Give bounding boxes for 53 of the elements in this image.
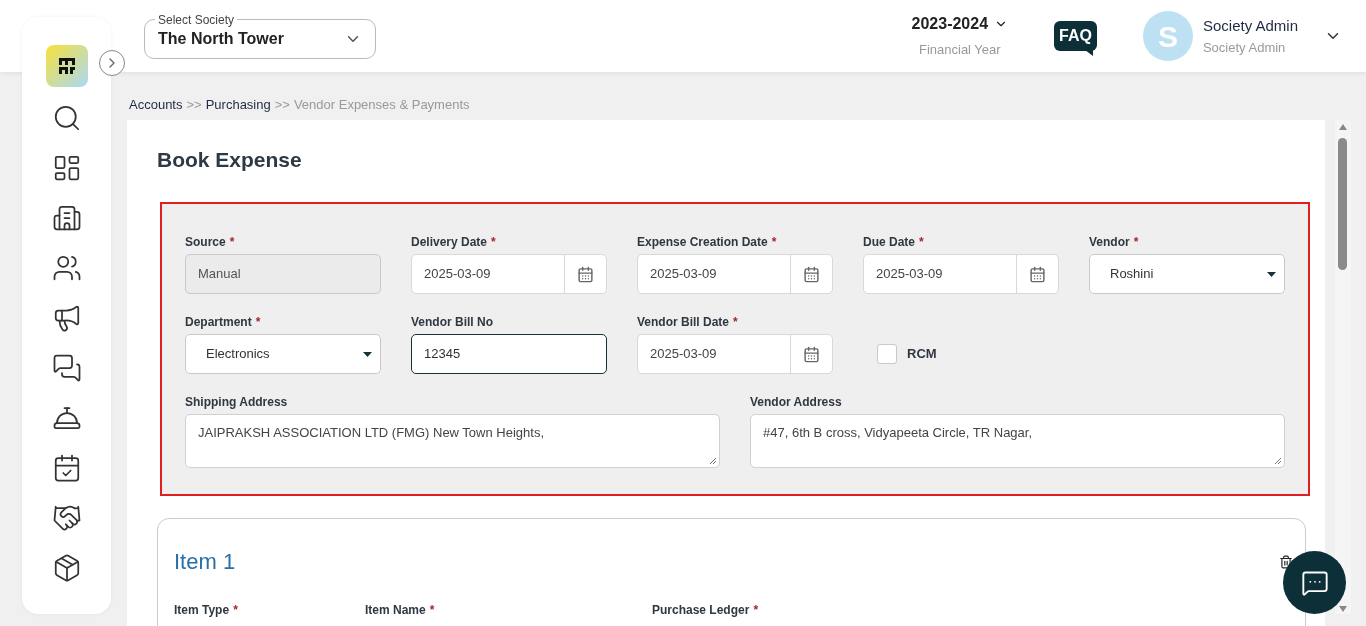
date-field[interactable]: 2025-03-09: [637, 334, 833, 374]
handshake-icon[interactable]: [51, 503, 82, 533]
calendar-icon[interactable]: [577, 265, 594, 283]
field-label: Vendor Bill No: [411, 314, 494, 331]
breadcrumb-separator: >>: [274, 96, 290, 114]
field-label: Department *: [185, 314, 262, 331]
calendar-icon[interactable]: [803, 345, 820, 363]
field-label: Due Date *: [863, 234, 925, 251]
select-field[interactable]: Roshini: [1089, 254, 1285, 294]
input-field[interactable]: 12345: [411, 334, 607, 374]
checkbox-label: RCM: [907, 345, 937, 364]
chat-bubbles-icon[interactable]: [51, 353, 82, 383]
scroll-up-icon[interactable]: [1339, 124, 1347, 130]
source-field[interactable]: Manual: [185, 254, 381, 294]
date-field[interactable]: 2025-03-09: [863, 254, 1059, 294]
select-field[interactable]: Electronics: [185, 334, 381, 374]
field-label: Vendor Address: [750, 394, 843, 411]
field-label: Expense Creation Date *: [637, 234, 778, 251]
field-label: Purchase Ledger *: [652, 602, 760, 619]
financial-year-select[interactable]: 2023-2024 Financial Year: [911, 12, 1009, 60]
scrollbar-thumb[interactable]: [1338, 138, 1347, 270]
field-label: Shipping Address: [185, 394, 289, 411]
caret-icon: [1267, 271, 1276, 277]
page-title: Book Expense: [157, 147, 303, 173]
resize-handle-icon[interactable]: [709, 457, 717, 465]
breadcrumb-link[interactable]: Accounts: [129, 95, 183, 115]
user-role: Society Admin: [1202, 38, 1287, 57]
textarea-field[interactable]: JAIPRAKSH ASSOCIATION LTD (FMG) New Town Heights,: [185, 414, 720, 468]
date-field[interactable]: 2025-03-09: [411, 254, 607, 294]
textarea-field[interactable]: #47, 6th B cross, Vidyapeeta Circle, TR Nagar,: [750, 414, 1285, 468]
scroll-down-icon[interactable]: [1339, 606, 1347, 612]
faq-button[interactable]: FAQ: [1054, 21, 1097, 51]
breadcrumb-link[interactable]: Purchasing: [205, 95, 271, 115]
field-label: Delivery Date *: [411, 234, 497, 251]
app-logo[interactable]: [45, 45, 88, 87]
people-icon[interactable]: [51, 253, 82, 283]
calendar-icon[interactable]: [803, 265, 820, 283]
speech-tail-icon: [1084, 50, 1093, 56]
user-name: Society Admin: [1202, 16, 1298, 36]
delete-icon[interactable]: [1279, 554, 1293, 569]
checkbox[interactable]: [877, 344, 897, 364]
breadcrumb-separator: >>: [186, 96, 202, 114]
building-icon[interactable]: [51, 203, 82, 233]
date-field[interactable]: 2025-03-09: [637, 254, 833, 294]
field-label: Vendor *: [1089, 234, 1140, 251]
calendar-icon[interactable]: [1029, 265, 1046, 283]
field-label: Source *: [185, 234, 236, 251]
caret-icon: [363, 351, 372, 357]
resize-handle-icon[interactable]: [1274, 457, 1282, 465]
field-label: Vendor Bill Date *: [637, 314, 739, 331]
field-label: Item Type *: [174, 602, 239, 619]
item-title: Item 1: [174, 548, 236, 576]
field-label: Item Name *: [365, 602, 436, 619]
